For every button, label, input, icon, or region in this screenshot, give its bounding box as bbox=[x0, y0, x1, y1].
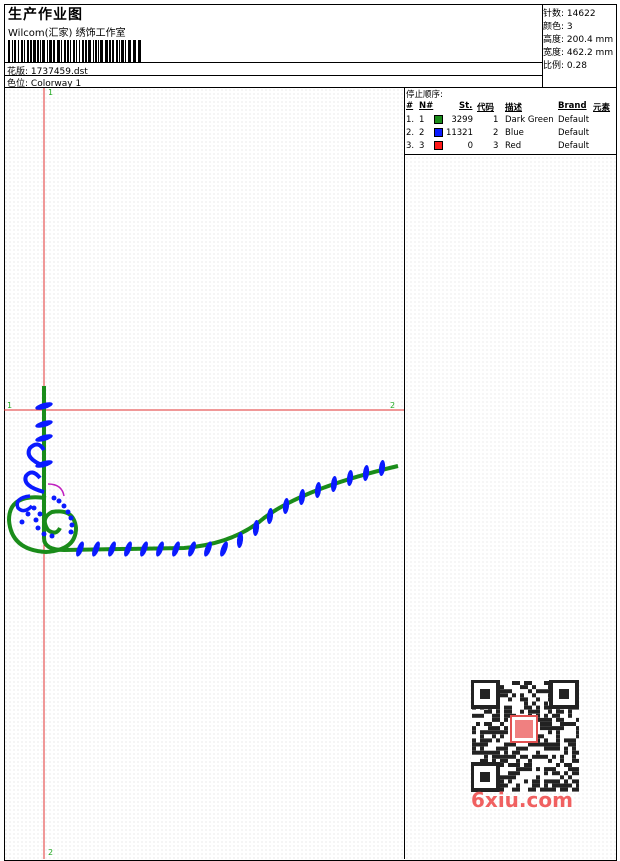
row-needle: 2 bbox=[419, 128, 425, 138]
col-header: Brand bbox=[558, 101, 587, 111]
axis-label-right: 2 bbox=[390, 401, 396, 410]
spec-scale: 比例: 0.28 bbox=[543, 58, 587, 71]
row-brand: Default bbox=[558, 141, 590, 151]
spec-width: 宽度: 462.2 mm bbox=[543, 45, 613, 58]
col-header: St. bbox=[459, 101, 473, 111]
color-swatch bbox=[434, 128, 443, 137]
header-panel: 生产作业图 Wilcom(汇家) 绣饰工作室 花版: 1737459.dst 色… bbox=[4, 4, 543, 89]
row-code: 2 bbox=[493, 128, 499, 138]
spec-value: 3 bbox=[566, 22, 573, 32]
col-header: N# bbox=[419, 101, 434, 111]
spec-label: 针数: bbox=[543, 9, 565, 19]
blue-leaves bbox=[35, 402, 386, 557]
color-swatch bbox=[434, 115, 443, 124]
axis-label-left: 1 bbox=[7, 401, 13, 410]
stop-sequence-title: 停止顺序: bbox=[406, 90, 443, 100]
spec-panel: 针数: 14622 颜色: 3 高度: 200.4 mm 宽度: 462.2 m… bbox=[543, 4, 616, 88]
row-index: 3. bbox=[406, 141, 415, 151]
row-description: Dark Green bbox=[505, 115, 554, 125]
row-stitches: 0 bbox=[467, 141, 473, 151]
row-stitches: 11321 bbox=[445, 128, 473, 138]
spec-label: 高度: bbox=[543, 35, 565, 45]
color-swatch bbox=[434, 141, 443, 150]
header-divider bbox=[4, 75, 542, 76]
spec-value: 0.28 bbox=[566, 61, 587, 71]
qr-code-icon bbox=[471, 680, 579, 792]
spec-stitches: 针数: 14622 bbox=[543, 6, 596, 19]
row-code: 1 bbox=[493, 115, 499, 125]
row-brand: Default bbox=[558, 128, 590, 138]
spec-value: 462.2 mm bbox=[566, 48, 614, 58]
spec-colors: 颜色: 3 bbox=[543, 19, 573, 32]
col-header: 描述 bbox=[505, 103, 523, 113]
pink-stitch bbox=[47, 483, 65, 497]
col-header: 代码 bbox=[477, 103, 495, 113]
embroidery-preview bbox=[4, 88, 404, 859]
barcode-icon bbox=[8, 40, 141, 62]
row-needle: 3 bbox=[419, 141, 425, 151]
row-code: 3 bbox=[493, 141, 499, 151]
watermark-text: 6xiu.com bbox=[471, 788, 573, 812]
blue-leaf bbox=[298, 489, 306, 505]
axis-label-bottom: 2 bbox=[48, 848, 54, 857]
row-stitches: 3299 bbox=[451, 115, 473, 125]
header-divider bbox=[4, 62, 542, 63]
stop-sequence-table: 停止顺序: # N# St. 代码 描述 Brand 元素 1. 1 3299 … bbox=[405, 88, 616, 155]
row-index: 1. bbox=[406, 115, 415, 125]
spec-value: 14622 bbox=[566, 9, 596, 19]
blue-curl bbox=[23, 470, 45, 494]
axis-label-top: 1 bbox=[48, 88, 54, 97]
row-description: Blue bbox=[505, 128, 524, 138]
stop-sequence-panel: 停止顺序: # N# St. 代码 描述 Brand 元素 1. 1 3299 … bbox=[405, 88, 616, 859]
blue-leaf bbox=[346, 470, 354, 486]
spec-value: 200.4 mm bbox=[566, 35, 614, 45]
green-vine bbox=[42, 386, 399, 553]
company-name: Wilcom(汇家) 绣饰工作室 bbox=[8, 28, 126, 39]
spec-label: 比例: bbox=[543, 61, 565, 71]
col-header: 元素 bbox=[593, 103, 611, 113]
blue-leaf bbox=[330, 476, 338, 492]
blue-leaf bbox=[362, 465, 370, 481]
spec-label: 宽度: bbox=[543, 48, 565, 58]
blue-leaf bbox=[378, 460, 386, 476]
row-description: Red bbox=[505, 141, 522, 151]
spec-label: 颜色: bbox=[543, 22, 565, 32]
col-header: # bbox=[406, 101, 414, 111]
row-index: 2. bbox=[406, 128, 415, 138]
row-needle: 1 bbox=[419, 115, 425, 125]
page-title: 生产作业图 bbox=[8, 7, 83, 23]
design-canvas: 1 2 1 2 bbox=[4, 88, 405, 859]
spec-height: 高度: 200.4 mm bbox=[543, 32, 613, 45]
row-brand: Default bbox=[558, 115, 590, 125]
blue-leaf bbox=[314, 482, 322, 498]
blue-leaf bbox=[282, 498, 290, 514]
